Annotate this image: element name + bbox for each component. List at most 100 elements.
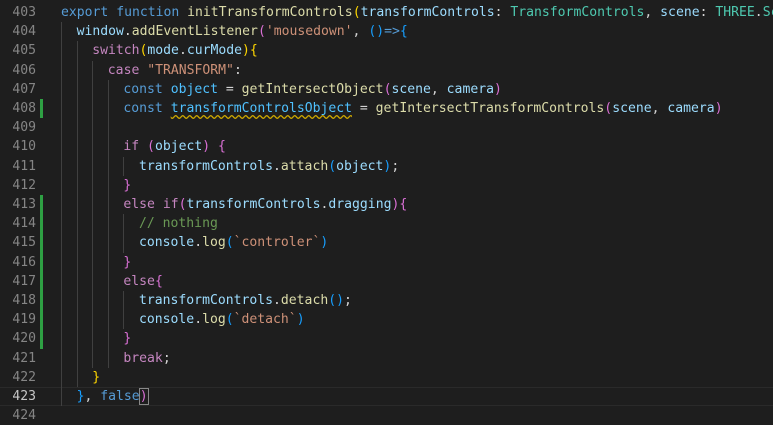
indent-guide xyxy=(61,252,62,272)
code-text[interactable]: console.log(`detach`) xyxy=(139,310,305,329)
code-line[interactable]: 422} xyxy=(0,367,773,387)
line-number[interactable]: 409 xyxy=(0,118,36,137)
indent-guide xyxy=(107,233,109,253)
git-modified-indicator[interactable] xyxy=(40,271,43,291)
code-text[interactable]: } xyxy=(92,368,100,387)
code-text[interactable]: transformControls.attach(object); xyxy=(139,157,399,176)
git-modified-indicator[interactable] xyxy=(40,233,43,253)
line-number[interactable]: 424 xyxy=(0,406,36,425)
git-modified-indicator[interactable] xyxy=(40,195,43,215)
indent-guide xyxy=(107,195,109,215)
line-number[interactable]: 418 xyxy=(0,291,36,310)
code-token: : xyxy=(233,62,242,78)
code-token: getIntersectObject xyxy=(241,81,384,97)
code-line[interactable]: 424 xyxy=(0,406,773,425)
code-line[interactable]: 423 }, false) xyxy=(0,387,773,407)
git-modified-indicator[interactable] xyxy=(40,291,43,311)
code-token: addEventListener xyxy=(131,24,258,40)
line-number[interactable]: 414 xyxy=(0,214,36,233)
code-line[interactable]: 414 // nothing xyxy=(0,214,773,234)
code-text[interactable]: // nothing xyxy=(139,214,218,233)
line-number[interactable]: 420 xyxy=(0,329,36,348)
code-token: () xyxy=(368,24,385,40)
code-editor[interactable]: 403 export function initTransformControls… xyxy=(0,0,773,423)
indent-guide xyxy=(61,233,62,253)
line-number[interactable]: 416 xyxy=(0,253,36,272)
code-token: { xyxy=(399,197,408,212)
line-number[interactable]: 422 xyxy=(0,368,36,387)
code-line[interactable]: 406 case "TRANSFORM": xyxy=(0,60,773,80)
indent-guide xyxy=(61,79,62,99)
git-modified-indicator[interactable] xyxy=(40,252,43,272)
line-number[interactable]: 411 xyxy=(0,157,36,176)
indent-guide xyxy=(107,156,109,176)
line-number[interactable]: 412 xyxy=(0,176,36,195)
code-token: transformControlsObject xyxy=(170,101,353,116)
code-line[interactable]: 404 window.addEventListener('mousedown', … xyxy=(0,22,773,42)
indent-guide xyxy=(92,310,94,330)
code-text[interactable]: } xyxy=(123,253,131,272)
line-number[interactable]: 403 xyxy=(0,3,36,22)
code-token: attach xyxy=(280,158,329,174)
git-modified-indicator[interactable] xyxy=(40,310,43,330)
code-text[interactable]: }, false) xyxy=(77,387,149,406)
indent-guide xyxy=(92,271,94,291)
git-modified-indicator[interactable] xyxy=(40,329,43,349)
git-modified-indicator[interactable] xyxy=(40,99,43,119)
code-text[interactable]: } xyxy=(123,176,131,195)
line-number[interactable]: 406 xyxy=(0,61,36,80)
code-line[interactable]: 405 switch(mode.curMode){ xyxy=(0,41,773,61)
code-line[interactable]: 419 console.log(`detach`) xyxy=(0,310,773,330)
code-text[interactable]: const transformControlsObject = getInter… xyxy=(123,99,722,118)
indent-guide xyxy=(61,387,62,407)
code-line[interactable]: 411 transformControls.attach(object); xyxy=(0,156,773,176)
indent-guide xyxy=(107,137,109,157)
code-token: ) xyxy=(202,139,211,155)
code-text[interactable]: } xyxy=(123,329,131,348)
line-number[interactable]: 405 xyxy=(0,41,36,60)
code-text[interactable]: const object = getIntersectObject(scene,… xyxy=(123,80,501,99)
line-number[interactable]: 408 xyxy=(0,99,36,118)
code-text[interactable]: break; xyxy=(123,349,170,368)
code-text[interactable]: switch(mode.curMode){ xyxy=(92,41,258,60)
code-text[interactable]: window.addEventListener('mousedown', ()=… xyxy=(77,22,408,41)
code-line[interactable]: 418 transformControls.detach(); xyxy=(0,291,773,311)
code-text[interactable]: transformControls.detach(); xyxy=(139,291,352,310)
code-line[interactable]: 415 console.log(`controler`) xyxy=(0,233,773,253)
line-number[interactable]: 415 xyxy=(0,233,36,252)
line-number[interactable]: 404 xyxy=(0,22,36,41)
code-line[interactable]: 421 break; xyxy=(0,348,773,368)
indent-guide xyxy=(76,60,78,80)
indent-guide xyxy=(61,22,62,42)
code-line[interactable]: 412} xyxy=(0,175,773,195)
line-number[interactable]: 423 xyxy=(0,387,36,406)
code-token: detach xyxy=(280,293,329,308)
code-line[interactable]: 409 xyxy=(0,118,773,138)
code-token: ( xyxy=(604,101,613,116)
line-number[interactable]: 417 xyxy=(0,272,36,291)
code-text[interactable]: else{ xyxy=(123,272,162,291)
indent-guide xyxy=(107,252,109,272)
code-text[interactable]: case "TRANSFORM": xyxy=(108,61,242,80)
line-number[interactable]: 421 xyxy=(0,349,36,368)
code-line[interactable]: 416} xyxy=(0,252,773,272)
line-number[interactable]: 413 xyxy=(0,195,36,214)
git-modified-indicator[interactable] xyxy=(40,214,43,234)
code-line[interactable]: 420} xyxy=(0,329,773,349)
line-number[interactable]: 410 xyxy=(0,137,36,156)
code-text[interactable]: if (object) { xyxy=(123,137,226,156)
code-line[interactable]: 413 else if(transformControls.dragging){ xyxy=(0,195,773,215)
code-line[interactable]: 408 const transformControlsObject = getIn… xyxy=(0,99,773,119)
code-line[interactable]: 403 export function initTransformControls… xyxy=(0,3,773,22)
line-number[interactable]: 407 xyxy=(0,80,36,99)
code-text[interactable]: console.log(`controler`) xyxy=(139,233,328,252)
code-line[interactable]: 407 const object = getIntersectObject(sce… xyxy=(0,79,773,99)
indent-guide xyxy=(107,271,109,291)
code-line[interactable]: 417 else{ xyxy=(0,271,773,291)
code-text[interactable]: else if(transformControls.dragging){ xyxy=(123,195,407,214)
code-text[interactable]: export function initTransformControls(tr… xyxy=(61,3,773,22)
code-token: "TRANSFORM" xyxy=(147,62,234,78)
line-number[interactable]: 419 xyxy=(0,310,36,329)
code-line[interactable]: 410 if (object) { xyxy=(0,137,773,157)
code-token: break xyxy=(123,350,163,366)
